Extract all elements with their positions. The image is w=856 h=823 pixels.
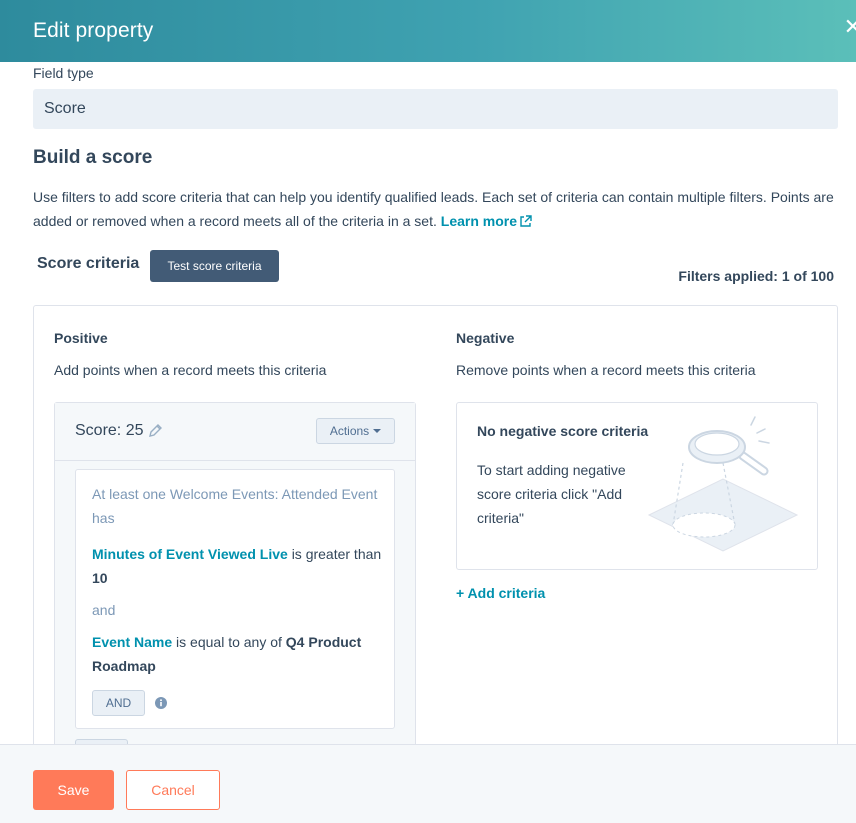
filter-1-property[interactable]: Minutes of Event Viewed Live [92, 546, 288, 562]
pencil-icon[interactable] [148, 423, 163, 438]
save-button[interactable]: Save [33, 770, 114, 810]
negative-empty-text: To start adding negative score criteria … [477, 462, 626, 526]
description-text: Use filters to add score criteria that c… [33, 189, 834, 229]
learn-more-label: Learn more [440, 213, 518, 229]
external-link-icon [520, 215, 532, 227]
test-score-criteria-button[interactable]: Test score criteria [150, 250, 279, 282]
rule-filter-2: Event Name is equal to any of Q4 Product… [92, 630, 384, 678]
field-type-label: Field type [33, 65, 94, 81]
rule-filter-1: Minutes of Event Viewed Live is greater … [92, 542, 384, 590]
actions-dropdown-button[interactable]: Actions [316, 418, 395, 444]
cancel-button[interactable]: Cancel [126, 770, 220, 810]
criteria-panel: Positive Add points when a record meets … [33, 305, 838, 744]
info-icon[interactable] [155, 697, 167, 709]
filter-1-value: 10 [92, 570, 108, 586]
rule-joiner: and [92, 602, 116, 618]
score-card-header: Score: 25 Actions [55, 403, 415, 461]
positive-subtitle: Add points when a record meets this crit… [54, 362, 327, 378]
negative-title: Negative [456, 330, 515, 346]
score-value-label: Score: 25 [75, 422, 144, 439]
filter-2-operator: is equal to any of [176, 634, 282, 650]
caret-down-icon [373, 429, 382, 433]
filters-applied-count: Filters applied: 1 of 100 [678, 268, 834, 284]
magnifier-illustration [647, 416, 799, 552]
build-score-description: Use filters to add score criteria that c… [33, 185, 838, 233]
positive-score-card: Score: 25 Actions At least one Welcome E… [54, 402, 416, 744]
close-icon[interactable]: ✕ [844, 16, 856, 38]
negative-subtitle: Remove points when a record meets this c… [456, 362, 756, 378]
add-negative-criteria-link[interactable]: + Add criteria [456, 585, 545, 601]
build-score-title: Build a score [33, 147, 153, 168]
positive-title: Positive [54, 330, 108, 346]
negative-empty-state: No negative score criteria To start addi… [456, 402, 818, 570]
negative-empty-title: No negative score criteria [477, 423, 649, 439]
filter-2-property[interactable]: Event Name [92, 634, 172, 650]
modal-header: Edit property ✕ [0, 0, 856, 62]
field-type-value: Score [44, 100, 86, 117]
filter-1-operator: is greater than [291, 546, 382, 562]
modal-body: Field type Score Build a score Use filte… [0, 62, 856, 744]
field-type-select[interactable]: Score [33, 89, 838, 129]
rule-intro: At least one Welcome Events: Attended Ev… [92, 486, 378, 526]
score-criteria-label: Score criteria [37, 255, 140, 272]
modal-footer: Save Cancel [0, 744, 856, 823]
actions-label: Actions [329, 424, 370, 438]
and-filter-button[interactable]: AND [92, 690, 145, 716]
modal-title: Edit property [33, 19, 154, 42]
criteria-rule-box: At least one Welcome Events: Attended Ev… [75, 469, 395, 729]
learn-more-link[interactable]: Learn more [441, 213, 532, 229]
